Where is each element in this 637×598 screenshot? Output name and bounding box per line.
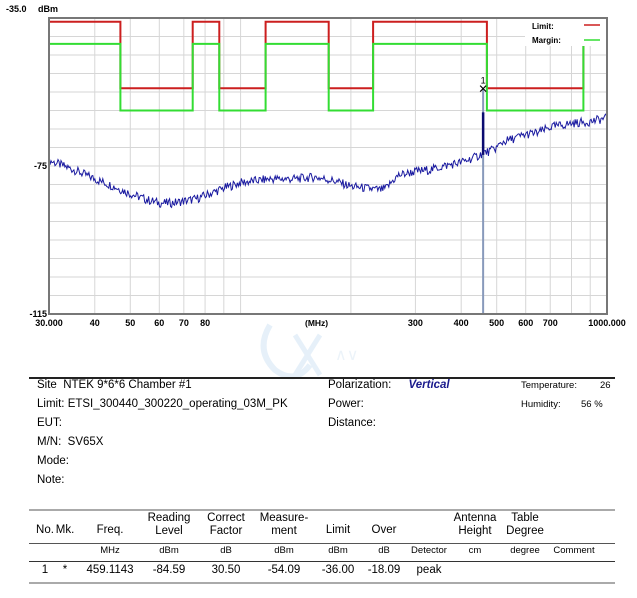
polarization-row: Polarization: Vertical bbox=[328, 379, 450, 391]
header-line-1: Mk. bbox=[55, 524, 75, 536]
column-header: Antenna Height bbox=[450, 512, 500, 538]
column-unit: dBm bbox=[274, 545, 294, 556]
table-cell: 30.50 bbox=[211, 564, 241, 576]
power-label: Power: bbox=[328, 398, 364, 410]
x-tick-label: 30.000 bbox=[35, 318, 63, 328]
y-tick-labels: -75-115 bbox=[29, 161, 47, 319]
limit-label: Limit: bbox=[37, 398, 65, 410]
polarization-value: Vertical bbox=[408, 379, 450, 391]
column-header: Over bbox=[366, 524, 402, 537]
limit-value: ETSI_300440_300220_operating_03M_PK bbox=[67, 398, 288, 410]
x-tick-label: 500 bbox=[489, 318, 504, 328]
column-unit: dB bbox=[220, 545, 232, 556]
polarization-label: Polarization: bbox=[328, 379, 392, 391]
humidity-label: Humidity: bbox=[521, 399, 561, 410]
y-axis-unit-label: dBm bbox=[38, 4, 58, 14]
table-cell: 459.1143 bbox=[86, 564, 134, 576]
header-line-1: Antenna bbox=[453, 512, 497, 524]
table-cell: -54.09 bbox=[267, 564, 301, 576]
svg-text:∧∨: ∧∨ bbox=[335, 345, 358, 364]
column-unit: cm bbox=[468, 545, 482, 556]
column-unit: Detector bbox=[411, 545, 447, 556]
mn-row: M/N: SV65X bbox=[37, 436, 103, 448]
table-cell: -36.00 bbox=[321, 564, 355, 576]
mn-label: M/N: bbox=[37, 436, 62, 448]
site-row: Site NTEK 9*6*6 Chamber #1 bbox=[37, 379, 192, 391]
table-top-divider bbox=[29, 509, 615, 511]
column-header: Limit bbox=[320, 524, 356, 537]
header-line-2: Degree bbox=[506, 525, 544, 537]
header-line-1: Freq. bbox=[96, 524, 124, 536]
column-header: Freq. bbox=[82, 524, 138, 537]
note-label: Note: bbox=[37, 474, 65, 486]
table-units-divider bbox=[29, 561, 615, 562]
header-line-2: Height bbox=[458, 525, 492, 537]
header-line-1: Table bbox=[511, 512, 539, 524]
column-unit: dBm bbox=[328, 545, 348, 556]
humidity-value: 56 % bbox=[581, 399, 603, 410]
table-cell: * bbox=[62, 564, 68, 576]
column-unit: Comment bbox=[553, 545, 595, 556]
x-tick-label: 40 bbox=[90, 318, 100, 328]
mode-label: Mode: bbox=[37, 455, 69, 467]
x-tick-label: 400 bbox=[454, 318, 469, 328]
x-tick-label: 70 bbox=[179, 318, 189, 328]
header-line-2: Factor bbox=[209, 525, 243, 537]
eut-row: EUT: bbox=[37, 417, 62, 429]
temperature-label: Temperature: bbox=[521, 380, 577, 391]
power-row: Power: bbox=[328, 398, 364, 410]
y-axis-top-label: -35.0 bbox=[6, 4, 27, 14]
x-tick-label: 1000.000 bbox=[588, 318, 626, 328]
distance-label: Distance: bbox=[328, 417, 376, 429]
column-unit: MHz bbox=[100, 545, 120, 556]
header-line-1: Reading bbox=[147, 512, 191, 524]
temperature-value: 26 bbox=[600, 380, 611, 391]
header-line-1: Correct bbox=[207, 512, 245, 524]
x-tick-label: 600 bbox=[518, 318, 533, 328]
x-tick-label: 700 bbox=[543, 318, 558, 328]
legend-label-limit: Limit: bbox=[532, 22, 554, 31]
header-line-2: Level bbox=[155, 525, 183, 537]
y-tick-label: -75 bbox=[34, 161, 47, 171]
legend-label-margin: Margin: bbox=[532, 36, 561, 45]
header-line-1: Over bbox=[371, 524, 397, 536]
column-header: Mk. bbox=[53, 524, 77, 537]
column-unit: dBm bbox=[159, 545, 179, 556]
note-row: Note: bbox=[37, 474, 65, 486]
column-header: Table Degree bbox=[500, 512, 550, 538]
mn-value: SV65X bbox=[67, 436, 104, 448]
column-header: Correct Factor bbox=[201, 512, 251, 538]
column-header: Reading Level bbox=[142, 512, 196, 538]
table-cell: -18.09 bbox=[367, 564, 401, 576]
header-line-1: Measure- bbox=[259, 512, 309, 524]
marker-label: 1 bbox=[481, 76, 486, 86]
table-cell: -84.59 bbox=[152, 564, 186, 576]
x-tick-label: 80 bbox=[200, 318, 210, 328]
limit-row: Limit: ETSI_300440_300220_operating_03M_… bbox=[37, 398, 288, 410]
mode-row: Mode: bbox=[37, 455, 69, 467]
site-label: Site bbox=[37, 379, 57, 391]
legend: Limit: Margin: bbox=[525, 19, 606, 46]
spectrum-chart: -35.0 dBm 1 Limit: Margin: -75-115 30.00… bbox=[6, 4, 626, 328]
header-line-1: Limit bbox=[325, 524, 351, 536]
column-unit: degree bbox=[510, 545, 540, 556]
column-header: Measure-ment bbox=[256, 512, 312, 538]
distance-row: Distance: bbox=[328, 417, 376, 429]
table-bottom-divider bbox=[29, 582, 615, 584]
eut-label: EUT: bbox=[37, 417, 62, 429]
header-line-2: ment bbox=[271, 525, 297, 537]
table-cell: peak bbox=[416, 564, 442, 576]
column-unit: dB bbox=[378, 545, 390, 556]
table-header-divider bbox=[29, 543, 615, 544]
x-tick-label: 60 bbox=[154, 318, 164, 328]
x-tick-label: 50 bbox=[125, 318, 135, 328]
header-line-1: No. bbox=[36, 524, 54, 536]
site-value: NTEK 9*6*6 Chamber #1 bbox=[63, 379, 192, 391]
x-tick-label: 300 bbox=[408, 318, 423, 328]
